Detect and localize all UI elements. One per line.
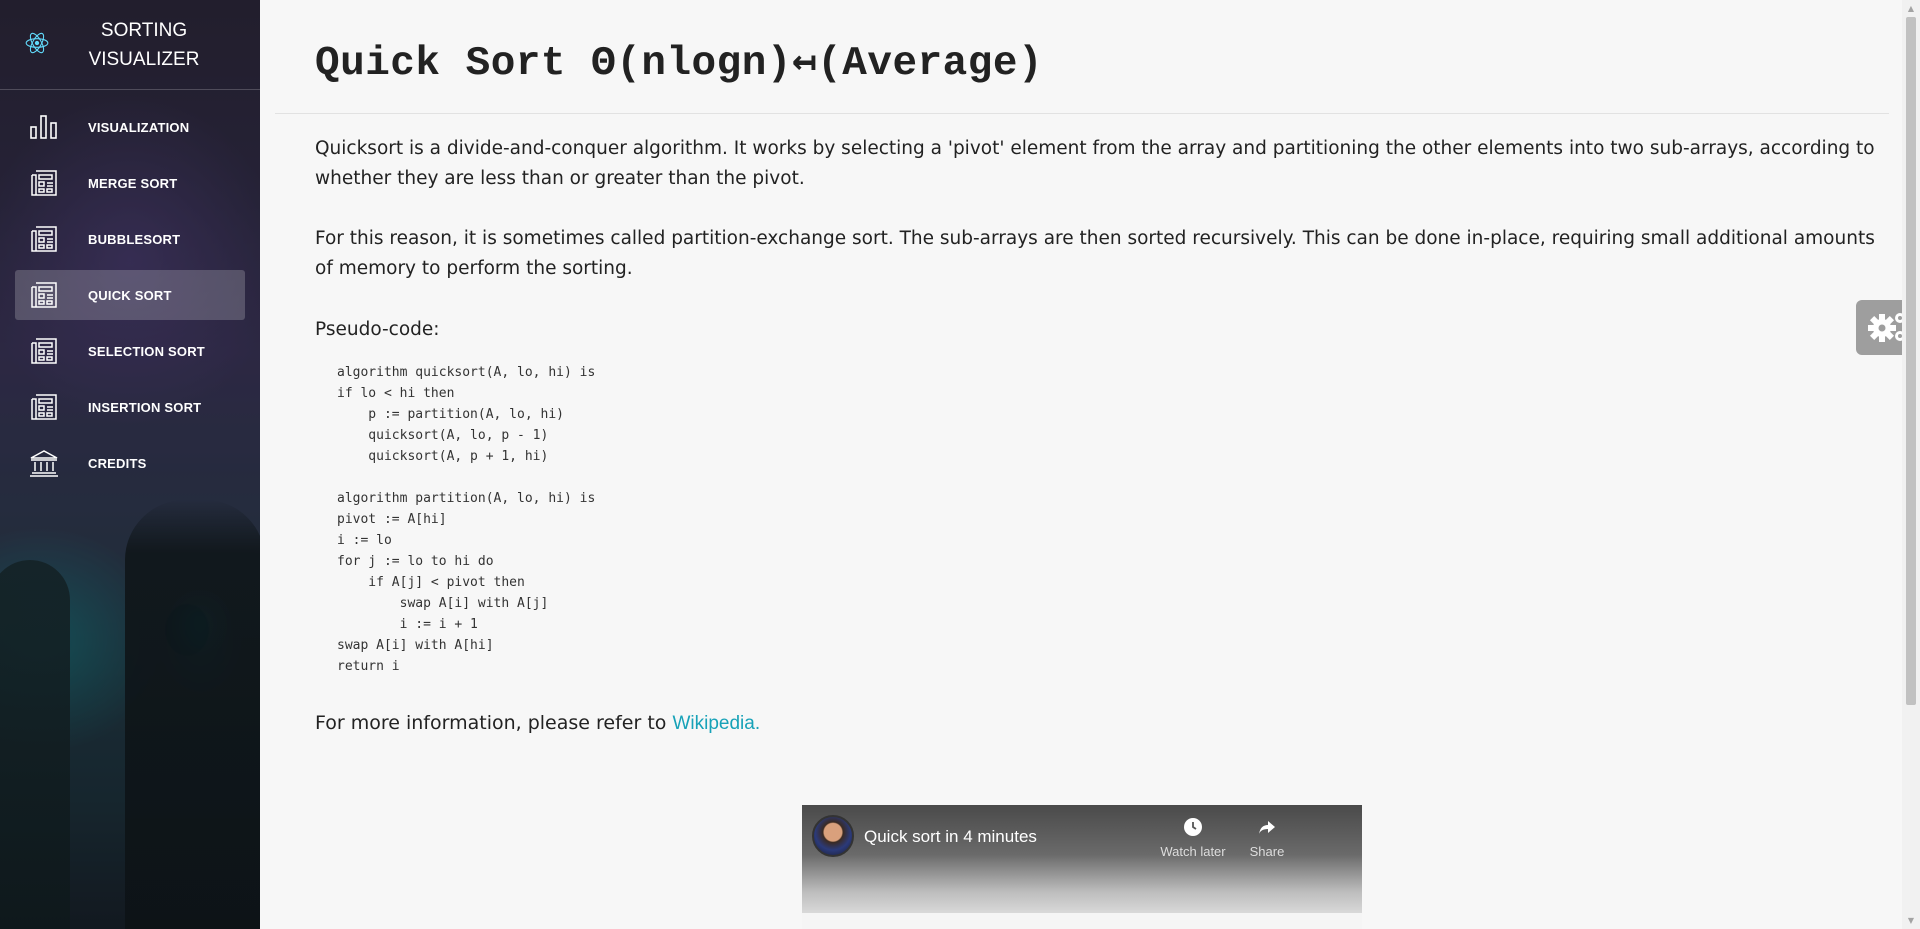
more-info-text: For more information, please refer to bbox=[315, 712, 673, 734]
description-paragraph-1: Quicksort is a divide-and-conquer algori… bbox=[315, 138, 1875, 189]
watch-later-label: Watch later bbox=[1160, 844, 1226, 859]
sidebar-nav: VISUALIZATION MERGE SORT BUBBLESORT QUIC… bbox=[0, 90, 260, 488]
bank-building-icon bbox=[29, 448, 59, 478]
share-label: Share bbox=[1249, 844, 1285, 859]
react-atom-icon bbox=[24, 30, 50, 60]
video-thumbnail-strip bbox=[802, 913, 1362, 929]
page-title: Quick Sort Θ(nlogn)↤(Average) bbox=[315, 41, 1044, 87]
article: Quicksort is a divide-and-conquer algori… bbox=[260, 134, 1902, 735]
share-arrow-icon bbox=[1257, 821, 1277, 840]
sidebar-item-merge-sort[interactable]: MERGE SORT bbox=[15, 158, 245, 208]
main-content: Quick Sort Θ(nlogn)↤(Average) Quicksort … bbox=[260, 0, 1902, 929]
document-list-icon bbox=[29, 168, 59, 198]
document-list-icon bbox=[29, 336, 59, 366]
sidebar-item-quick-sort[interactable]: QUICK SORT bbox=[15, 270, 245, 320]
sidebar-item-selection-sort[interactable]: SELECTION SORT bbox=[15, 326, 245, 376]
pseudo-code-block: algorithm quicksort(A, lo, hi) is if lo … bbox=[337, 365, 596, 674]
sidebar-item-label: QUICK SORT bbox=[88, 287, 172, 303]
brand-title-line2: VISUALIZER bbox=[88, 48, 200, 70]
brand-title-line1: SORTING bbox=[100, 19, 188, 41]
channel-avatar[interactable] bbox=[812, 815, 854, 857]
video-title[interactable]: Quick sort in 4 minutes bbox=[864, 827, 1037, 847]
watch-later-button[interactable]: Watch later bbox=[1158, 817, 1228, 859]
youtube-video-embed[interactable]: Quick sort in 4 minutes Watch later Shar… bbox=[802, 805, 1362, 929]
background-figure-right bbox=[125, 500, 260, 929]
sidebar-item-bubblesort[interactable]: BUBBLESORT bbox=[15, 214, 245, 264]
scrollbar-thumb[interactable] bbox=[1906, 17, 1916, 705]
background-figure-left bbox=[0, 560, 70, 929]
sidebar-item-label: MERGE SORT bbox=[88, 175, 178, 191]
clock-icon bbox=[1183, 818, 1203, 840]
document-list-icon bbox=[29, 392, 59, 422]
more-info: For more information, please refer to Wi… bbox=[315, 712, 1872, 735]
bar-chart-icon bbox=[29, 112, 59, 142]
wikipedia-link[interactable]: Wikipedia. bbox=[672, 713, 760, 734]
sidebar-item-label: SELECTION SORT bbox=[88, 343, 205, 359]
sidebar-item-insertion-sort[interactable]: INSERTION SORT bbox=[15, 382, 245, 432]
sidebar-item-credits[interactable]: CREDITS bbox=[15, 438, 245, 488]
document-list-icon bbox=[29, 280, 59, 310]
sidebar-item-label: BUBBLESORT bbox=[88, 231, 181, 247]
pseudo-code-label: Pseudo-code: bbox=[315, 319, 440, 340]
sidebar-item-visualization[interactable]: VISUALIZATION bbox=[15, 102, 245, 152]
sidebar-item-label: INSERTION SORT bbox=[88, 399, 202, 415]
sidebar-item-label: VISUALIZATION bbox=[88, 119, 190, 135]
brand[interactable]: SORTING VISUALIZER bbox=[0, 0, 260, 90]
brand-title: SORTING VISUALIZER bbox=[84, 16, 204, 74]
title-divider bbox=[275, 113, 1889, 114]
scroll-down-arrow-icon[interactable]: ▼ bbox=[1902, 912, 1920, 929]
page-scrollbar[interactable]: ▲ ▼ bbox=[1902, 0, 1920, 929]
document-list-icon bbox=[29, 224, 59, 254]
description-paragraph-2: For this reason, it is sometimes called … bbox=[315, 228, 1875, 279]
scroll-up-arrow-icon[interactable]: ▲ bbox=[1902, 0, 1920, 17]
sidebar-item-label: CREDITS bbox=[88, 455, 147, 471]
sidebar: SORTING VISUALIZER VISUALIZATION MERGE S… bbox=[0, 0, 260, 929]
share-button[interactable]: Share bbox=[1232, 817, 1302, 859]
